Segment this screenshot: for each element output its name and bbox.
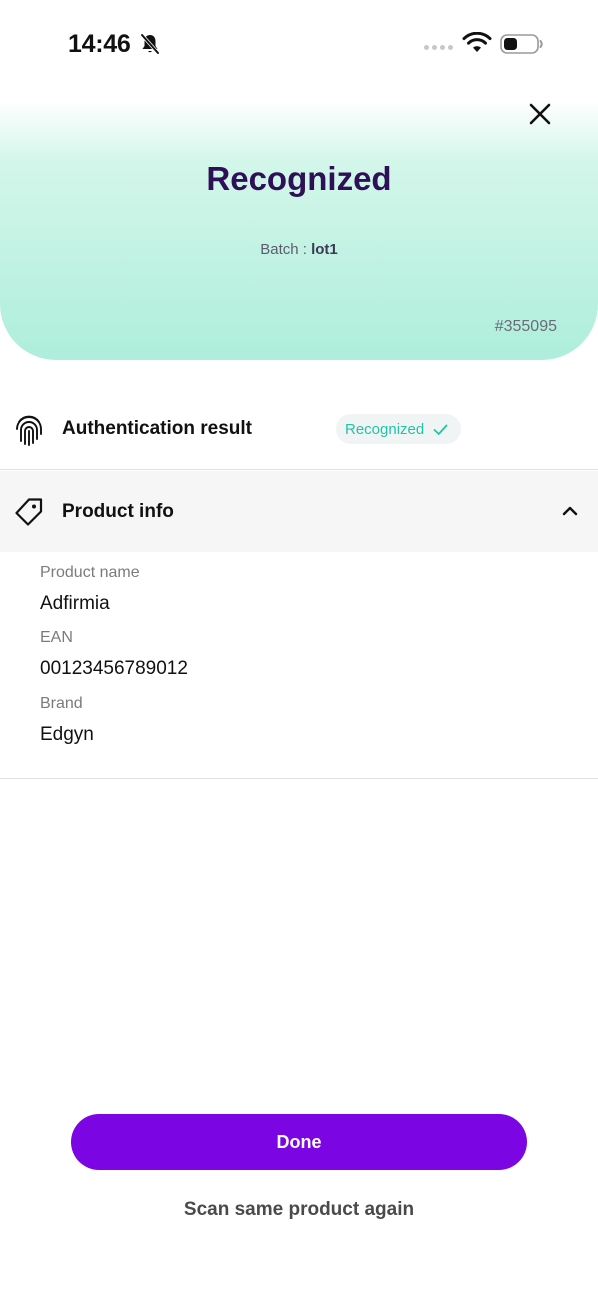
wifi-icon <box>462 32 492 52</box>
signal-icon <box>424 45 453 50</box>
done-button[interactable]: Done <box>71 1114 527 1170</box>
battery-icon <box>500 34 543 54</box>
check-icon <box>433 424 448 435</box>
bell-muted-icon <box>140 33 160 55</box>
status-badge: Recognized <box>336 414 462 444</box>
status-time: 14:46 <box>68 30 131 58</box>
batch-prefix: Batch : <box>260 241 312 258</box>
ean-label: EAN <box>40 629 73 646</box>
brand-value: Edgyn <box>40 724 94 745</box>
product-name-label: Product name <box>40 564 140 581</box>
status-bar: 14:46 <box>0 0 598 90</box>
tag-icon <box>15 498 43 526</box>
authentication-result-row: Authentication result Recognized <box>0 390 598 470</box>
fingerprint-icon <box>16 415 42 446</box>
authentication-label: Authentication result <box>62 418 253 439</box>
chevron-up-icon[interactable] <box>560 501 580 521</box>
close-icon[interactable] <box>524 98 556 130</box>
product-info-title: Product info <box>62 501 174 522</box>
section-divider <box>0 778 598 779</box>
page-title: Recognized <box>206 160 392 197</box>
product-info-header[interactable]: Product info <box>0 471 598 552</box>
reference-id: #355095 <box>494 318 557 335</box>
batch-info: Batch : lot1 <box>0 241 598 258</box>
brand-label: Brand <box>40 695 83 712</box>
status-badge-text: Recognized <box>345 420 425 438</box>
ean-value: 00123456789012 <box>40 658 188 679</box>
batch-value: lot1 <box>311 241 338 258</box>
scan-again-button[interactable]: Scan same product again <box>0 1199 598 1221</box>
product-name-value: Adfirmia <box>40 593 110 614</box>
